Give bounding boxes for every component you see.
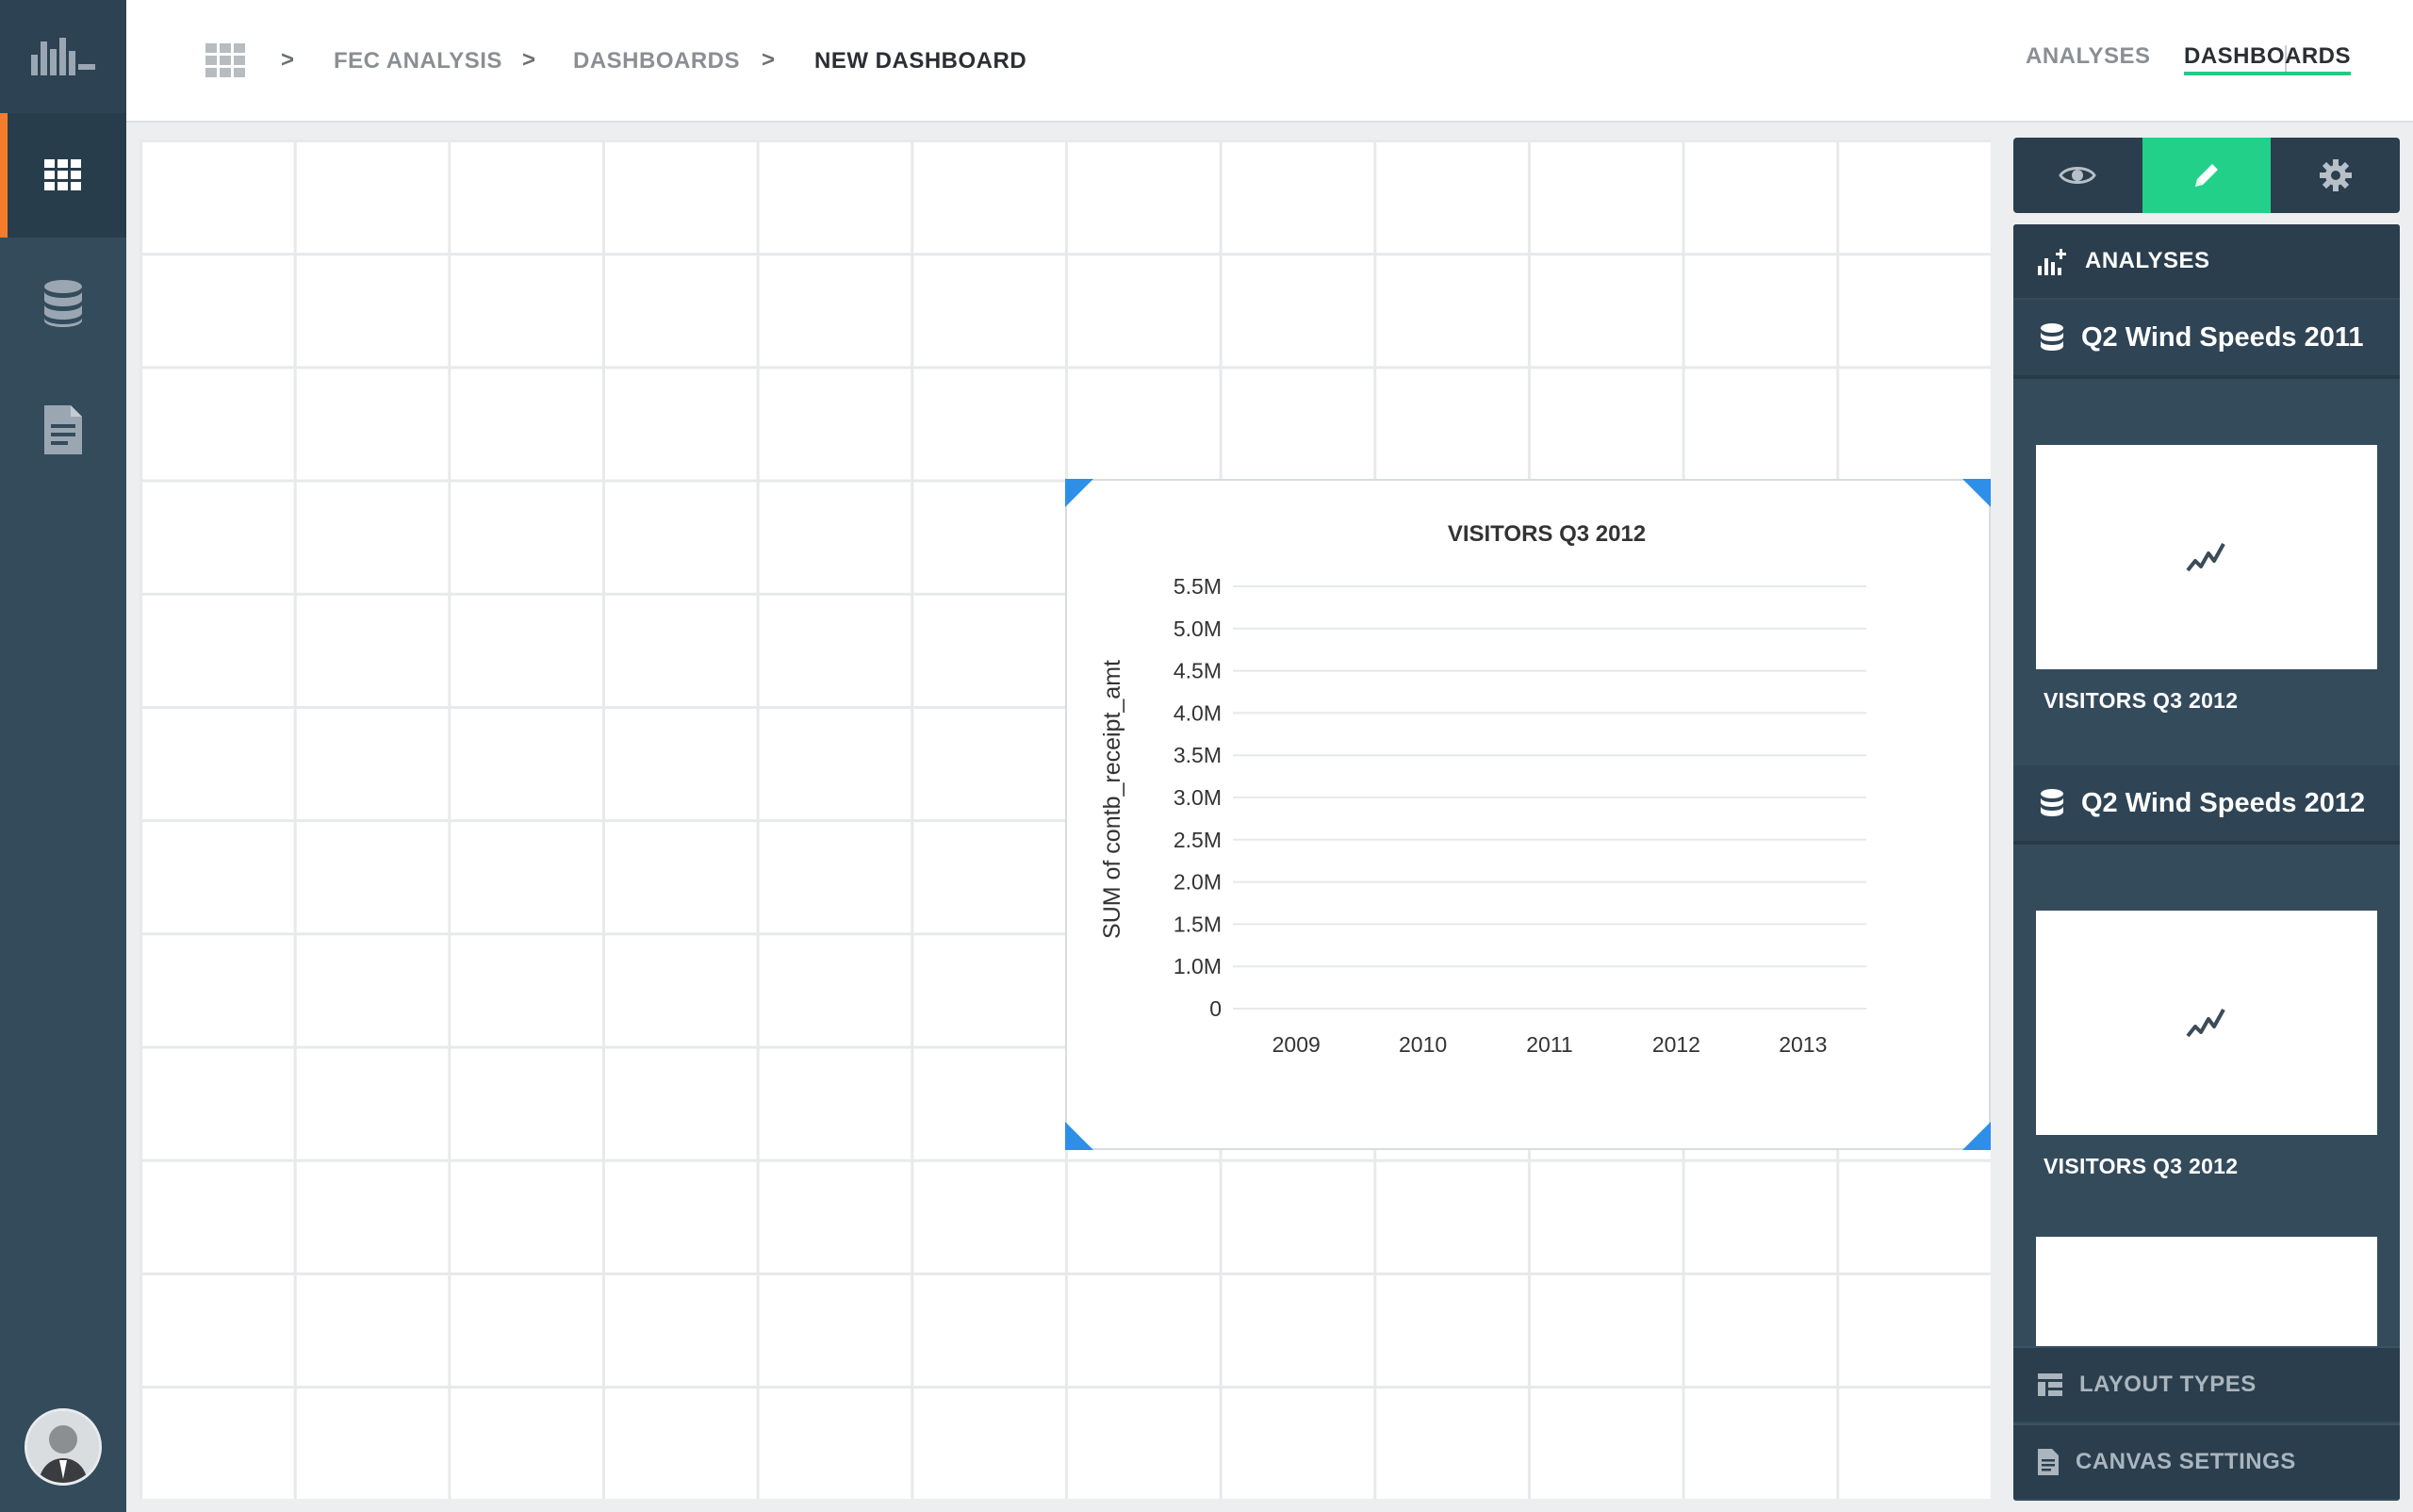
chart-y-tick-label: 5.0M — [1174, 616, 1222, 641]
settings-mode-button[interactable] — [2271, 138, 2400, 213]
breadcrumb-separator: > — [522, 47, 536, 73]
breadcrumb-fec-analysis[interactable]: FEC ANALYSIS — [334, 0, 502, 123]
chart-y-tick-label: 5.5M — [1174, 574, 1222, 599]
mode-toolbar — [2013, 138, 2400, 213]
apps-grid-icon — [205, 43, 245, 77]
logo-icon — [31, 38, 95, 75]
canvas-settings-section[interactable]: CANVAS SETTINGS — [2013, 1423, 2400, 1499]
nav-datasets[interactable] — [0, 241, 126, 366]
breadcrumb-separator: > — [762, 47, 776, 73]
grid-icon — [44, 159, 81, 190]
layout-icon — [2038, 1373, 2062, 1396]
breadcrumb-separator: > — [281, 47, 295, 73]
top-link-dashboards[interactable]: DASHBOARDS — [2184, 43, 2352, 75]
gear-icon — [2319, 159, 2352, 191]
chart-x-tick-label: 2010 — [1399, 1032, 1447, 1057]
breadcrumb-current: NEW DASHBOARD — [814, 48, 1027, 74]
analysis-thumbnail[interactable] — [2036, 445, 2377, 669]
analysis-group-title: Q2 Wind Speeds 2012 — [2081, 787, 2366, 818]
add-chart-icon — [2038, 249, 2066, 275]
chart-y-tick-label: 3.0M — [1174, 785, 1222, 810]
chart-y-tick-label: 0 — [1209, 996, 1222, 1021]
chart-title: VISITORS Q3 2012 — [1448, 521, 1646, 547]
chart-y-tick-label: 1.0M — [1174, 954, 1222, 978]
line-chart-icon — [2186, 1009, 2225, 1038]
chart-x-tick-label: 2009 — [1272, 1032, 1321, 1057]
user-photo-icon — [27, 1411, 99, 1483]
app-logo[interactable] — [0, 0, 126, 113]
chart-y-tick-label: 2.0M — [1174, 870, 1222, 895]
analysis-thumbnail-label: VISITORS Q3 2012 — [2044, 688, 2239, 713]
pencil-icon — [2195, 164, 2218, 187]
document-icon — [2038, 1449, 2059, 1475]
chart: VISITORS Q3 2012 SUM of contb_receipt_am… — [1099, 521, 1866, 1057]
analysis-thumbnail-label: VISITORS Q3 2012 — [2044, 1154, 2239, 1178]
nav-dashboards[interactable] — [0, 113, 126, 238]
nav-reports[interactable] — [0, 368, 126, 492]
database-icon — [2041, 323, 2063, 351]
breadcrumb-dashboards[interactable]: DASHBOARDS — [573, 0, 740, 123]
user-avatar[interactable] — [25, 1408, 102, 1486]
chart-y-tick-label: 3.5M — [1174, 743, 1222, 767]
analysis-group-header[interactable]: Q2 Wind Speeds 2012 — [2013, 765, 2400, 845]
top-link-analyses[interactable]: ANALYSES — [2026, 43, 2150, 70]
top-bar: > FEC ANALYSIS > DASHBOARDS > NEW DASHBO… — [126, 0, 2413, 123]
chart-x-tick-label: 2011 — [1526, 1032, 1572, 1057]
line-chart-icon — [2186, 543, 2225, 572]
chart-y-tick-label: 1.5M — [1174, 912, 1222, 936]
layout-types-section[interactable]: LAYOUT TYPES — [2013, 1346, 2400, 1422]
analyses-panel-header[interactable]: ANALYSES — [2013, 224, 2400, 298]
analysis-thumbnail[interactable] — [2036, 911, 2377, 1135]
layout-types-label: LAYOUT TYPES — [2079, 1372, 2257, 1397]
chart-x-tick-label: 2013 — [1779, 1032, 1827, 1057]
chart-y-tick-label: 4.0M — [1174, 700, 1222, 725]
analysis-group-header[interactable]: Q2 Wind Speeds 2011 — [2013, 300, 2400, 379]
view-mode-button[interactable] — [2013, 138, 2142, 213]
left-nav — [0, 0, 126, 1512]
canvas-settings-label: CANVAS SETTINGS — [2076, 1449, 2296, 1474]
analyses-panel: ANALYSES Q2 Wind Speeds 2011 VISITORS Q3… — [2013, 224, 2400, 1501]
chart-x-tick-label: 2012 — [1652, 1032, 1700, 1057]
edit-mode-button[interactable] — [2142, 138, 2272, 213]
analyses-header-label: ANALYSES — [2085, 248, 2210, 273]
database-icon — [44, 280, 82, 327]
database-icon — [2041, 789, 2063, 816]
chart-y-tick-label: 2.5M — [1174, 828, 1222, 852]
eye-icon — [2059, 167, 2097, 184]
apps-grid-button[interactable] — [205, 43, 245, 77]
chart-y-axis-label: SUM of contb_receipt_amt — [1099, 660, 1125, 939]
document-icon — [44, 405, 82, 454]
analysis-thumbnail[interactable] — [2036, 1237, 2377, 1350]
analysis-group-title: Q2 Wind Speeds 2011 — [2081, 321, 2364, 353]
chart-y-tick-label: 4.5M — [1174, 659, 1222, 683]
chart-widget[interactable]: VISITORS Q3 2012 SUM of contb_receipt_am… — [1065, 479, 1991, 1150]
